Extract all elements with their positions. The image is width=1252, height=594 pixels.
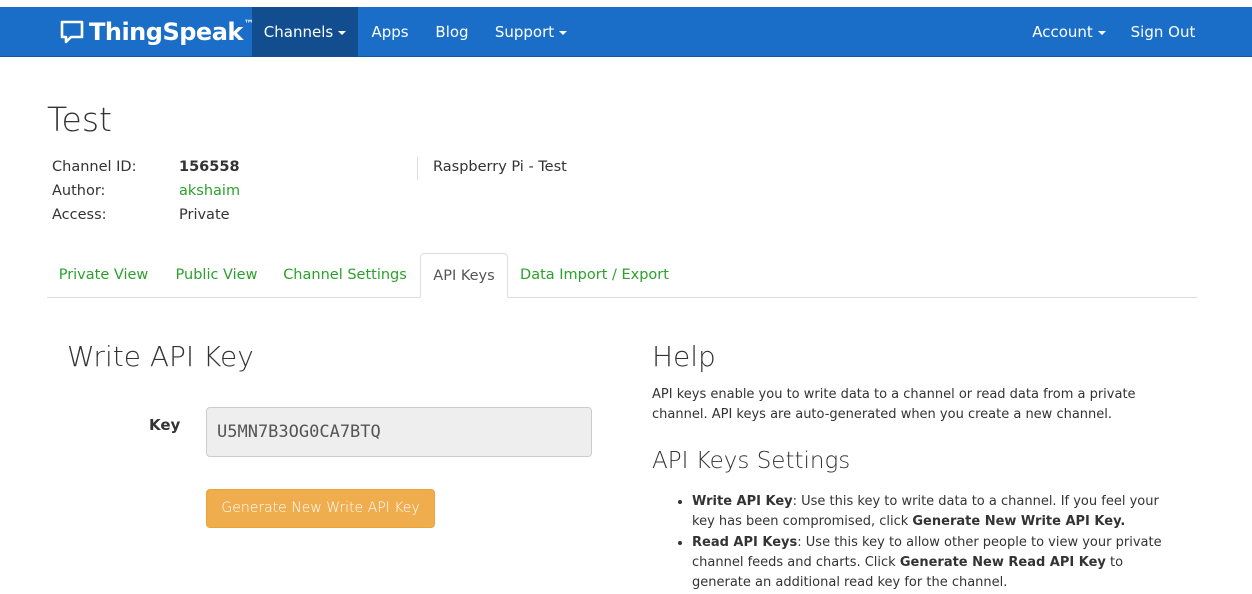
api-keys-settings-heading: API Keys Settings [652,448,851,474]
list-item: Read API Keys: Use this key to allow oth… [692,533,1182,594]
channel-id-label: Channel ID: [52,159,137,175]
navbar: ThingSpeak ™ Channels Apps Blog Support … [0,7,1252,57]
tab-private-view[interactable]: Private View [47,253,160,298]
nav-support[interactable]: Support [482,7,580,57]
help-paragraph: API keys enable you to write data to a c… [652,387,1136,422]
nav-channels-label: Channels [263,23,334,41]
caret-down-icon [1097,30,1106,35]
key-label: Key [149,416,181,434]
nav-apps-label: Apps [371,23,409,41]
caret-down-icon [338,30,347,35]
nav-sign-out-label: Sign Out [1130,23,1196,41]
list-item-action: Generate New Write API Key. [912,514,1126,530]
generate-write-key-button[interactable]: Generate New Write API Key [206,489,435,528]
channel-id-value: 156558 [179,159,240,175]
nav-support-label: Support [494,23,555,41]
tab-public-view[interactable]: Public View [164,253,269,298]
nav-blog[interactable]: Blog [422,7,482,57]
caret-down-icon [559,30,568,35]
author-link[interactable]: akshaim [179,183,240,199]
tab-channel-settings[interactable]: Channel Settings [273,253,417,298]
nav-account[interactable]: Account [1020,7,1118,57]
write-api-key-field[interactable]: U5MN7B3OG0CA7BTQ [206,407,592,457]
brand-logo[interactable]: ThingSpeak ™ [59,7,254,57]
nav-channels[interactable]: Channels [252,7,358,57]
tab-api-keys[interactable]: API Keys [420,253,508,298]
page-title: Test [47,100,112,139]
nav-blog-label: Blog [435,23,469,41]
access-value: Private [179,207,230,223]
list-item-term: Write API Key [692,494,793,509]
list-item: Write API Key: Use this key to write dat… [692,492,1182,533]
help-heading: Help [652,340,716,373]
meta-divider [417,157,418,180]
nav-sign-out[interactable]: Sign Out [1118,7,1208,57]
write-api-key-heading: Write API Key [67,340,254,373]
help-list: Write API Key: Use this key to write dat… [652,492,1182,593]
channel-description: Raspberry Pi - Test [433,159,567,175]
author-label: Author: [52,183,106,199]
top-strip [0,0,1252,7]
nav-account-label: Account [1032,23,1093,41]
list-item-term: Read API Keys [692,534,798,550]
tab-data-import-export[interactable]: Data Import / Export [512,253,677,298]
nav-apps[interactable]: Apps [358,7,422,57]
brand-name: ThingSpeak [89,18,243,46]
speech-bubble-icon [60,20,84,44]
list-item-action: Generate New Read API Key [899,554,1106,570]
access-label: Access: [52,207,107,223]
